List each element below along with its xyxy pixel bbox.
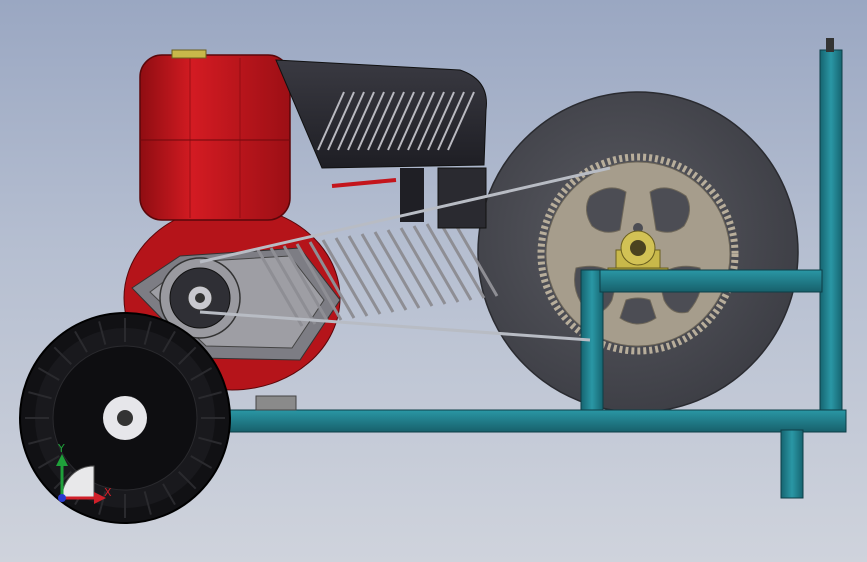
cad-viewport[interactable]: Y X	[0, 0, 867, 562]
fuel-tank[interactable]	[139, 49, 291, 221]
y-axis-label: Y	[57, 442, 65, 455]
cad-scene[interactable]: Y X	[0, 0, 867, 562]
x-axis-label: X	[104, 486, 112, 499]
front-wheel[interactable]	[19, 312, 231, 524]
